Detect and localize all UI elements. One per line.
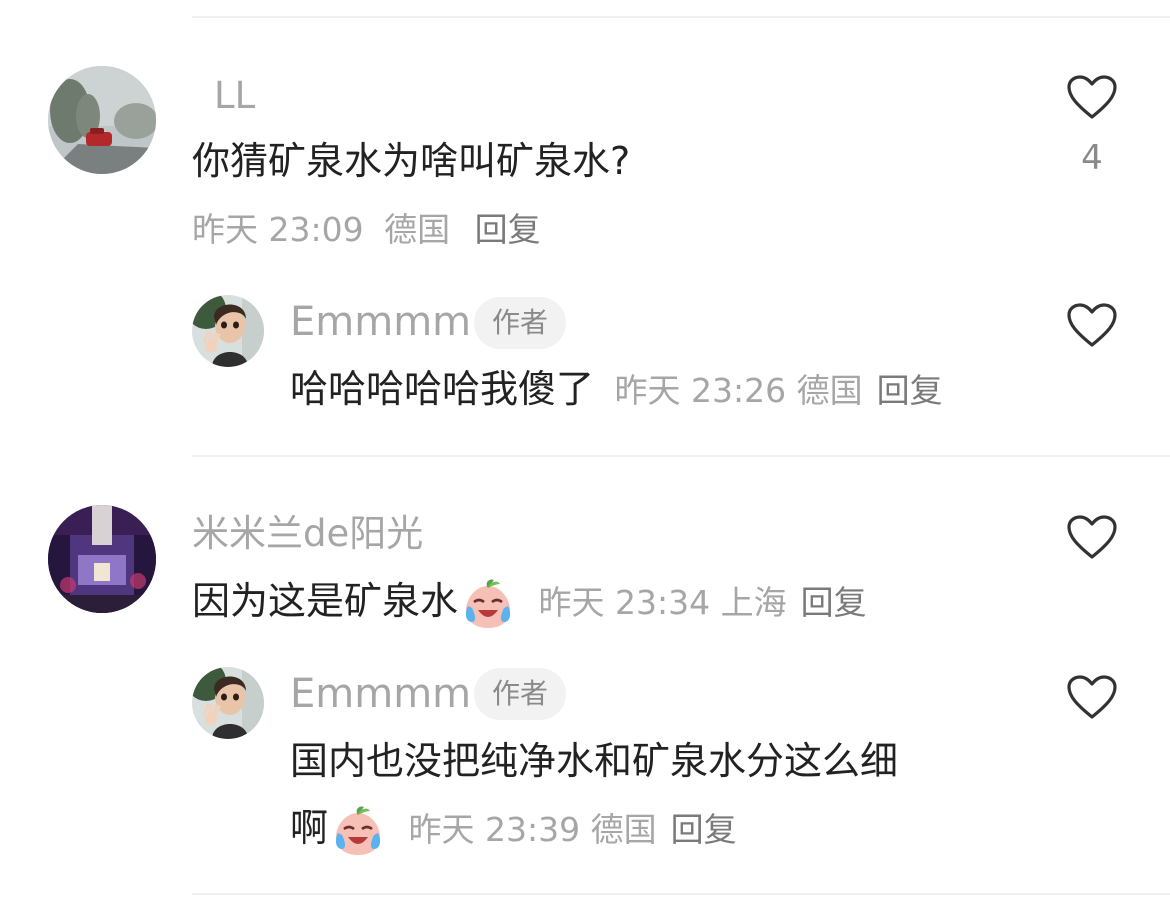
avatar[interactable] bbox=[48, 505, 156, 613]
username[interactable]: 米米兰de阳光 bbox=[192, 512, 423, 556]
timestamp: 昨天 23:34 bbox=[538, 583, 711, 622]
comment-text: 因为这是矿泉水 昨天 23:34 上海 回复 bbox=[192, 570, 867, 634]
username[interactable]: LL bbox=[214, 74, 255, 118]
reply-text-continued: 啊 昨天 23:39 德国 回复 bbox=[290, 797, 737, 861]
timestamp: 昨天 23:39 bbox=[408, 810, 581, 849]
heart-outline-icon[interactable] bbox=[1066, 302, 1118, 348]
timestamp: 昨天 23:26 bbox=[614, 371, 787, 410]
location: 德国 bbox=[796, 371, 863, 410]
reply-button[interactable]: 回复 bbox=[877, 371, 943, 410]
comment-text: 你猜矿泉水为啥叫矿泉水? bbox=[192, 139, 631, 183]
divider bbox=[192, 455, 1170, 457]
location: 上海 bbox=[720, 583, 787, 622]
reply-text: 哈哈哈哈哈我傻了 昨天 23:26 德国 回复 bbox=[290, 367, 943, 411]
author-badge: 作者 bbox=[474, 668, 567, 720]
avatar[interactable] bbox=[192, 295, 264, 367]
crying-laughing-peach-emoji bbox=[330, 805, 386, 857]
timestamp: 昨天 23:09 bbox=[192, 210, 364, 249]
username[interactable]: Emmmm bbox=[290, 300, 471, 344]
reply-button[interactable]: 回复 bbox=[475, 210, 541, 249]
crying-laughing-peach-emoji bbox=[460, 578, 516, 630]
heart-outline-icon[interactable] bbox=[1066, 674, 1118, 720]
location: 德国 bbox=[384, 210, 451, 249]
location: 德国 bbox=[590, 810, 657, 849]
divider bbox=[192, 893, 1170, 895]
reply-button[interactable]: 回复 bbox=[671, 810, 737, 849]
heart-outline-icon[interactable] bbox=[1066, 514, 1118, 560]
reply-text: 国内也没把纯净水和矿泉水分这么细 bbox=[290, 739, 899, 783]
avatar[interactable] bbox=[192, 667, 264, 739]
avatar[interactable] bbox=[48, 66, 156, 174]
author-badge: 作者 bbox=[474, 297, 567, 349]
reply-button[interactable]: 回复 bbox=[801, 583, 867, 622]
username[interactable]: Emmmm bbox=[290, 672, 471, 716]
comment-meta: 昨天 23:09 德国 回复 bbox=[192, 208, 541, 252]
like-count: 4 bbox=[1081, 138, 1103, 178]
divider bbox=[192, 16, 1170, 18]
heart-outline-icon[interactable] bbox=[1066, 74, 1118, 120]
